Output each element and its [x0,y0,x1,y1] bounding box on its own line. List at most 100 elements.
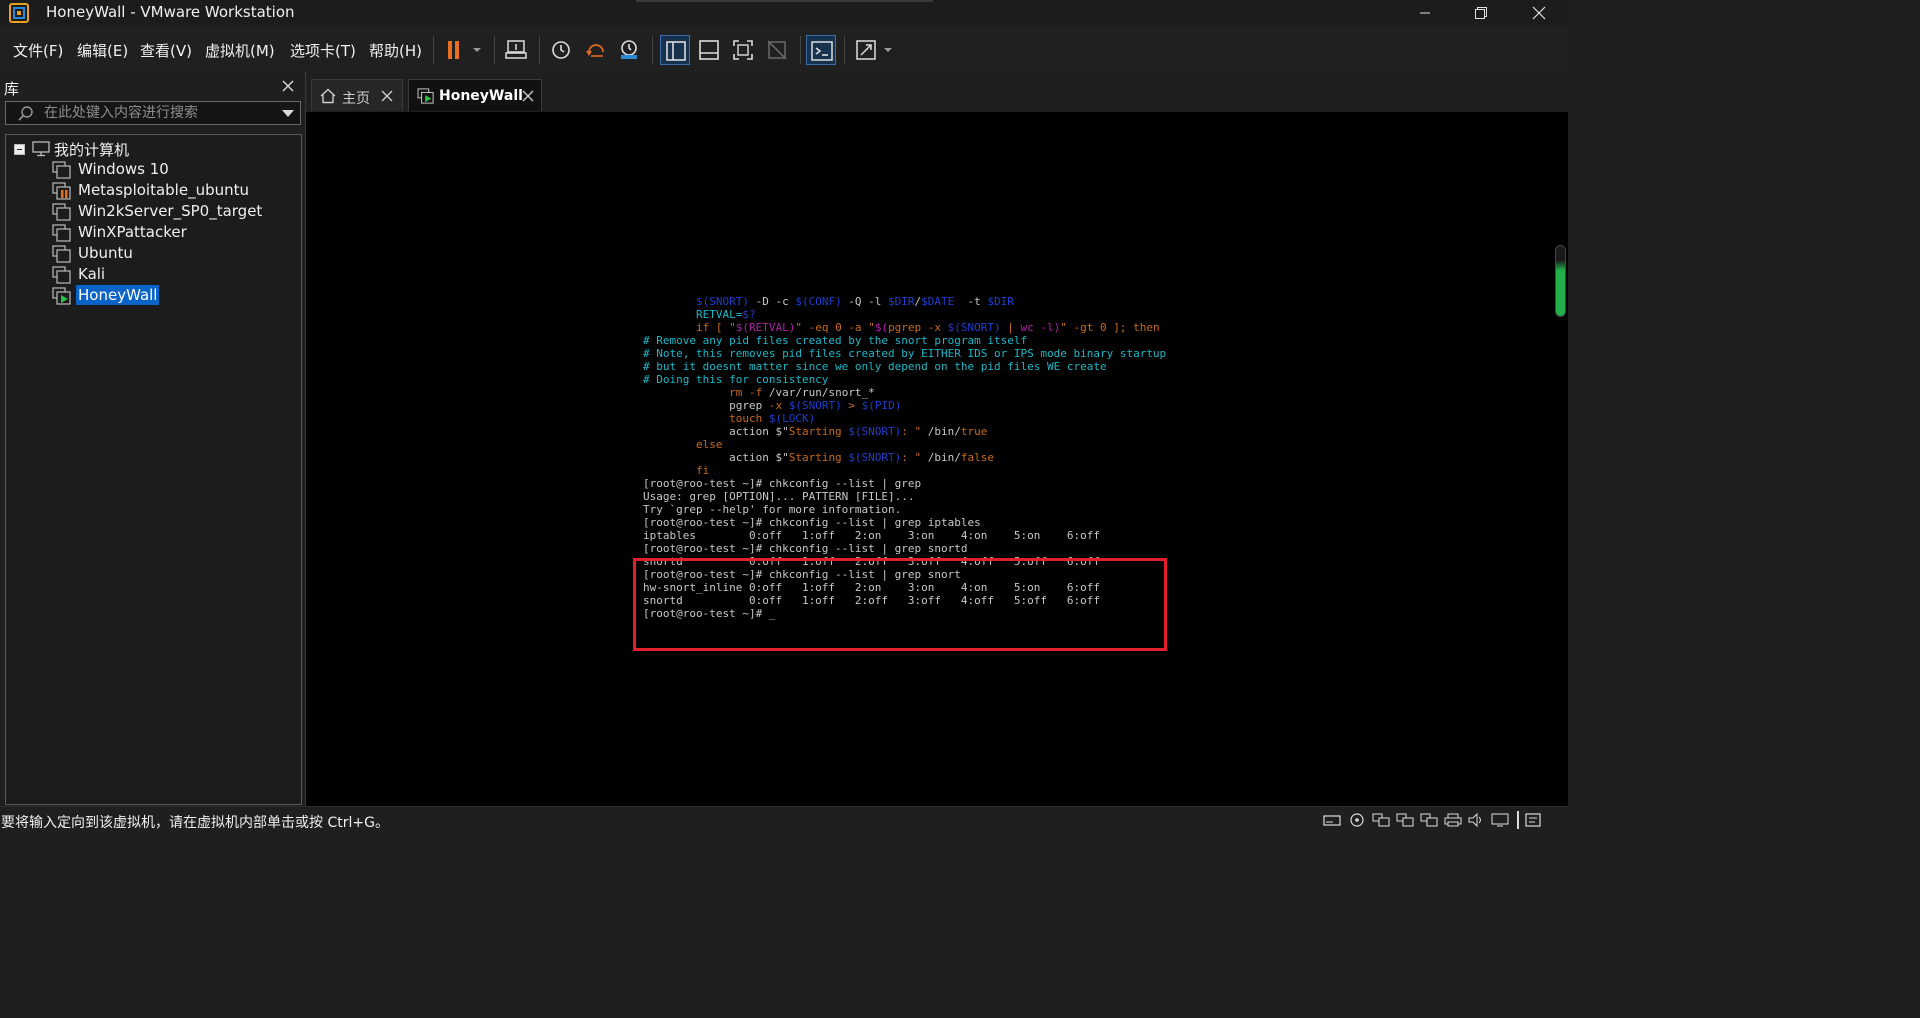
tab-honeywall[interactable]: HoneyWall [408,79,542,111]
pause-button[interactable] [440,35,488,65]
library-search-input[interactable] [44,104,274,122]
close-library-icon[interactable] [280,78,296,94]
vm-console[interactable]: $(SNORT) -D -c $(CONF) -Q -l $DIR/$DATE … [306,112,1568,806]
vm-running-icon [52,287,71,305]
menu-help[interactable]: 帮助(H) [369,40,422,61]
terminal-line: iptables 0:off 1:off 2:on 3:on 4:on 5:on… [643,529,1166,542]
terminal-text: else [643,438,723,451]
terminal-line: Try `grep --help' for more information. [643,503,1166,516]
unity-button[interactable] [762,35,792,65]
terminal-text: $(SNORT) [695,295,749,308]
terminal-text: -Q -l [841,295,889,308]
menu-vm[interactable]: 虚拟机(M) [205,40,275,61]
show-library-icon [666,41,686,61]
close-window-button[interactable] [1510,0,1568,26]
terminal-line: pgrep -x $(SNORT) > $(PID) [643,399,1166,412]
toolbar-separator [433,36,434,64]
stretch-button[interactable] [852,35,896,65]
message-log-icon[interactable] [1524,813,1542,827]
terminal-text: iptables 0:off 1:off 2:on 3:on 4:on 5:on… [643,529,1100,542]
terminal-text: $" [775,425,789,438]
terminal-text: $(SNORT) [947,321,1001,334]
library-tree: 我的计算机 Windows 10 Metasploitable_ubuntu W… [5,134,302,805]
vm-label: Ubuntu [78,244,133,262]
terminal-text: # but it doesnt matter since we only dep… [643,360,1107,373]
terminal-text: $(CONF) [795,295,842,308]
window-title: HoneyWall - VMware Workstation [46,3,295,21]
network-adapter-icon[interactable] [1420,813,1438,827]
library-title: 库 [4,80,20,98]
printer-icon[interactable] [1444,813,1462,827]
vmware-window: HoneyWall - VMware Workstation 文件(F) 编辑(… [0,0,1568,831]
tab-strip: 主页 HoneyWall [306,72,1568,112]
terminal-text: Starting [788,451,849,464]
terminal-text: $(PID) [861,399,902,412]
vm-label: Kali [78,265,106,283]
cd-dvd-icon[interactable] [1348,813,1366,827]
terminal-line: rm -f /var/run/snort_* [643,386,1166,399]
terminal-line: # Note, this removes pid files created b… [643,347,1166,360]
terminal-line: Usage: grep [OPTION]... PATTERN [FILE]..… [643,490,1166,503]
highlight-annotation-box [633,558,1167,651]
console-scroll-indicator[interactable] [1555,245,1566,317]
vm-running-icon [417,88,434,104]
revert-snapshot-button[interactable] [580,35,610,65]
terminal-text: [root@roo-test ~]# chkconfig --list | gr… [643,477,922,490]
menu-tabs[interactable]: 选项卡(T) [290,40,356,61]
full-screen-icon [733,40,753,60]
speaker-icon[interactable] [1467,813,1485,827]
terminal-text: wc -l [1020,321,1054,334]
vmware-logo-icon [9,3,29,23]
vm-off-icon [52,245,71,263]
close-tab-icon[interactable] [380,89,394,103]
terminal-text: $( [874,321,889,334]
terminal-line: [root@roo-test ~]# chkconfig --list | gr… [643,542,1166,555]
terminal-line: [root@roo-test ~]# chkconfig --list | gr… [643,477,1166,490]
display-icon[interactable] [1491,813,1509,827]
terminal-text: -D -c [748,295,796,308]
terminal-text: $DATE [921,295,955,308]
title-drag-strip [636,0,933,2]
snapshot-manager-icon [621,40,637,59]
terminal-text: $? [742,308,756,321]
tab-home[interactable]: 主页 [311,79,403,111]
terminal-line: [root@roo-test ~]# chkconfig --list | gr… [643,516,1166,529]
terminal-text: $" [775,451,789,464]
menu-view[interactable]: 查看(V) [140,40,192,61]
restore-icon [1475,7,1487,19]
status-separator [1517,811,1519,829]
terminal-text: -x [768,399,789,412]
thumbnail-bar-button[interactable] [694,35,724,65]
minimize-button[interactable] [1396,0,1454,26]
terminal-text: -t [954,295,988,308]
vm-label: HoneyWall [76,285,160,305]
vm-label: WinXPattacker [78,223,187,241]
terminal-text: /bin/ [921,451,961,464]
toolbar-separator [539,36,540,64]
network-adapter-icon[interactable] [1396,813,1414,827]
restore-button[interactable] [1452,0,1510,26]
full-screen-button[interactable] [728,35,758,65]
terminal-line: # Doing this for consistency [643,373,1166,386]
hard-disk-icon[interactable] [1323,813,1341,827]
terminal-text: $(SNORT) [848,425,902,438]
collapse-toggle[interactable] [14,144,25,155]
send-keys-icon [505,40,527,59]
menu-edit[interactable]: 编辑(E) [77,40,128,61]
network-adapter-icon[interactable] [1372,813,1390,827]
toolbar-separator [800,36,801,64]
close-tab-icon[interactable] [521,89,535,103]
show-library-button[interactable] [660,35,690,65]
terminal-text: Try `grep --help' for more information. [643,503,902,516]
console-view-button[interactable] [806,35,836,65]
chevron-down-icon[interactable] [282,110,294,118]
terminal-text: [root@roo-test ~]# chkconfig --list | gr… [643,542,968,555]
home-icon [320,88,336,104]
terminal-text: > [841,399,862,412]
snapshot-manager-button[interactable] [614,35,644,65]
take-snapshot-button[interactable] [546,35,576,65]
tab-label: HoneyWall [439,88,523,104]
send-keys-button[interactable] [501,35,531,65]
menu-file[interactable]: 文件(F) [13,40,63,61]
terminal-line: $(SNORT) -D -c $(CONF) -Q -l $DIR/$DATE … [643,295,1166,308]
